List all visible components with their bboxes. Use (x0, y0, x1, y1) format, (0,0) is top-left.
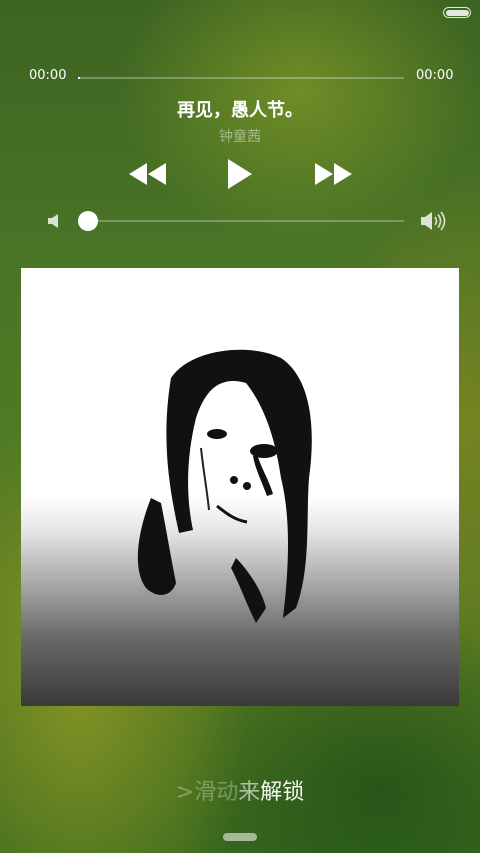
battery-icon (443, 7, 471, 18)
album-art (21, 268, 459, 706)
unlock-text-part3: 解锁 (260, 780, 305, 805)
song-artist: 钟童茜 (219, 129, 261, 145)
nostril-right (243, 482, 251, 490)
rewind-icon (129, 163, 166, 185)
nostril-left (230, 476, 238, 484)
fast-forward-icon (315, 163, 352, 185)
progress-bar[interactable] (78, 77, 404, 79)
elapsed-time: 00:00 (29, 68, 67, 83)
progress-fill (78, 77, 80, 79)
slide-to-unlock[interactable]: >滑动来解锁 (0, 774, 480, 806)
volume-slider[interactable] (88, 220, 404, 222)
mouth (216, 504, 248, 524)
unlock-text-part1: >滑动 (175, 780, 239, 805)
unlock-text-part2: 来 (238, 780, 261, 805)
left-eye (207, 429, 227, 439)
volume-slider-thumb[interactable] (78, 211, 98, 231)
play-icon (228, 159, 252, 189)
cheek-stroke (200, 447, 210, 511)
volume-row (0, 208, 480, 234)
next-button[interactable] (313, 157, 353, 191)
total-time: 00:00 (416, 68, 454, 83)
eye-shadow (253, 454, 273, 496)
battery-fill (445, 9, 469, 16)
play-button[interactable] (224, 157, 254, 191)
volume-high-icon[interactable] (420, 210, 448, 232)
drag-handle[interactable] (223, 833, 257, 841)
progress-row: 00:00 00:00 (0, 68, 480, 88)
song-title: 再见，愚人节。 (177, 100, 303, 121)
hair-left-lock (137, 498, 176, 595)
hair-right-lock (231, 558, 266, 623)
album-cover-image (137, 349, 312, 623)
previous-button[interactable] (128, 157, 168, 191)
volume-low-icon[interactable] (47, 213, 63, 229)
